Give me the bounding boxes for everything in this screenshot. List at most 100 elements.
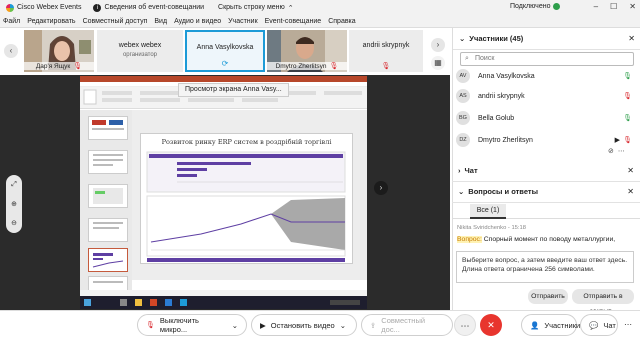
more-icon: ⋯ (460, 321, 470, 331)
avatar: AS (456, 89, 470, 103)
video-camera-icon: ▶ (614, 137, 620, 144)
send-button[interactable]: Отправить (528, 289, 568, 304)
mic-muted-icon: 🎙 (381, 63, 391, 70)
info-icon: i (93, 3, 102, 12)
strip-next-button[interactable]: › (431, 38, 445, 52)
chevron-down-icon: ⌄ (459, 34, 466, 43)
more-panels-icon[interactable]: ⋯ (624, 320, 632, 329)
participants-icon: 👤 (530, 320, 540, 330)
layout-icon: ▦ (434, 58, 442, 67)
search-icon: ⌕ (465, 55, 469, 62)
collapse-panel-button[interactable]: › (374, 181, 388, 195)
minimize-icon[interactable]: – (594, 2, 598, 11)
maximize-icon[interactable]: ☐ (610, 2, 617, 11)
chat-button[interactable]: 💬 Чат (580, 314, 618, 336)
video-tile-darya[interactable]: Дар'я Ящук 🎙 (24, 30, 94, 72)
hide-menu-button[interactable]: Скрыть строку меню ⌃ (218, 4, 294, 12)
send-private-button[interactable]: Отправить в закрыт... (572, 289, 634, 315)
stop-video-button[interactable]: ▶ Остановить видео ⌄ (251, 314, 357, 336)
avatar: BG (456, 111, 470, 125)
connection-status: Подключено (510, 3, 561, 10)
menu-participant[interactable]: Участник (228, 18, 258, 25)
tile-caption: Дар'я Ящук 🎙 (24, 62, 94, 70)
tile-caption: Dmytro Zherlitsyn 🎙 (267, 62, 347, 70)
mic-muted-icon: 🎙 (73, 63, 83, 70)
participants-button[interactable]: 👤 Участники (521, 314, 581, 336)
video-tile-andrii[interactable]: andrii skrypnyk 🎙 (349, 30, 423, 72)
app-title: Cisco Webex Events (6, 3, 82, 12)
menu-event[interactable]: Event-совещание (265, 18, 322, 25)
mute-button[interactable]: 🎙 Выключить микро... ⌄ (137, 314, 247, 336)
chat-header[interactable]: › Чат ✕ (452, 160, 640, 182)
zoom-out-icon[interactable]: ⊖ (11, 219, 17, 227)
video-tile-anna[interactable]: Anna Vasylkovska ⟳ (185, 30, 265, 72)
connection-label: Подключено (510, 3, 551, 10)
chat-title: Чат (464, 166, 478, 175)
participant-name: Anna Vasylkovska (478, 72, 535, 80)
avatar: AV (456, 69, 470, 83)
video-label: Остановить видео (270, 320, 335, 330)
chevron-up-icon: ⌃ (287, 4, 294, 12)
slide-canvas: Розвиток ринку ERP систем в роздрібній т… (132, 110, 367, 302)
participants-label: Участники (544, 320, 581, 330)
shared-powerpoint-window: Розвиток ринку ERP систем в роздрібній т… (80, 76, 367, 309)
participant-search-input[interactable]: ⌕ Поиск (460, 52, 634, 66)
attachment-icon[interactable]: ⊘ (608, 147, 614, 155)
chevron-down-icon: ⌄ (458, 187, 465, 196)
qa-header[interactable]: ⌄ Вопросы и ответы ✕ (452, 181, 640, 203)
zoom-in-icon[interactable]: ⊕ (11, 200, 17, 208)
chevron-down-icon: ⌄ (339, 320, 346, 330)
close-icon[interactable]: ✕ (627, 187, 634, 196)
video-tile-webex[interactable]: webex webex организатор (97, 30, 183, 72)
more-options-button[interactable]: ⋯ (454, 314, 476, 336)
tile-name: Дар'я Ящук (35, 62, 71, 70)
strip-prev-button[interactable]: ‹ (4, 44, 18, 58)
participants-header[interactable]: ⌄ Участники (45) ✕ (453, 28, 640, 50)
participant-row[interactable]: BG Bella Golub 🎙 (456, 108, 636, 128)
chevron-left-icon: ‹ (9, 46, 13, 55)
answer-input[interactable]: Выберите вопрос, а затем введите ваш отв… (456, 251, 634, 283)
webex-logo-icon (6, 3, 14, 12)
title-bar: Cisco Webex Events i Сведения об event-с… (0, 0, 640, 15)
menu-file[interactable]: Файл (3, 18, 20, 25)
participant-row[interactable]: AV Anna Vasylkovska 🎙 (456, 66, 636, 86)
question-item[interactable]: Вопрос: Спорный момент по поводу металлу… (457, 236, 635, 243)
menu-edit[interactable]: Редактировать (27, 18, 75, 25)
participant-name: andrii skrypnyk (478, 92, 525, 100)
chat-icon: 💬 (589, 320, 599, 330)
tab-all-questions[interactable]: Все (1) (470, 204, 506, 219)
mic-muted-icon: 🎙 (146, 322, 155, 329)
tile-name: Dmytro Zherlitsyn (275, 62, 327, 70)
video-strip: ‹ Дар'я Ящук 🎙 webex webex организатор A… (0, 28, 450, 74)
end-meeting-button[interactable]: ✕ (480, 314, 502, 336)
fit-screen-icon[interactable]: ⤢ (11, 181, 17, 189)
tile-name: webex webex (118, 42, 162, 49)
event-info-button[interactable]: i Сведения об event-совещании (93, 3, 205, 12)
participant-row[interactable]: AS andrii skrypnyk 🎙 (456, 86, 636, 106)
strip-layout-button[interactable]: ▦ (431, 56, 445, 70)
menu-audio-video[interactable]: Аудио и видео (174, 18, 221, 25)
close-icon[interactable]: ✕ (628, 34, 635, 43)
share-label: Совместный дос... (381, 316, 426, 334)
close-icon[interactable]: ✕ (627, 166, 634, 175)
screen-view-label[interactable]: Просмотр экрана Anna Vasy... (178, 83, 289, 97)
window-controls: – ☐ ✕ (594, 2, 636, 11)
windows-taskbar (80, 296, 367, 309)
menu-share[interactable]: Совместный доступ (83, 18, 148, 25)
event-info-label: Сведения об event-совещании (104, 4, 205, 11)
question-text: Спорный момент по поводу металлургии, (483, 236, 616, 243)
chat-label: Чат (603, 320, 616, 330)
tile-role: организатор (122, 52, 158, 58)
menu-help[interactable]: Справка (328, 18, 355, 25)
share-button[interactable]: ⇪ Совместный дос... (361, 314, 453, 336)
chevron-right-icon: › (436, 40, 440, 49)
close-window-icon[interactable]: ✕ (629, 2, 636, 11)
menu-view[interactable]: Вид (154, 18, 167, 25)
connected-icon (553, 3, 561, 10)
app-name: Cisco Webex Events (17, 4, 82, 11)
slide-thumbnail (88, 150, 128, 174)
more-icon[interactable]: ⋯ (618, 147, 625, 155)
video-tile-dmytro[interactable]: Dmytro Zherlitsyn 🎙 (267, 30, 347, 72)
mic-on-icon: 🎙 (623, 73, 632, 80)
video-camera-icon: ▶ (260, 320, 266, 330)
